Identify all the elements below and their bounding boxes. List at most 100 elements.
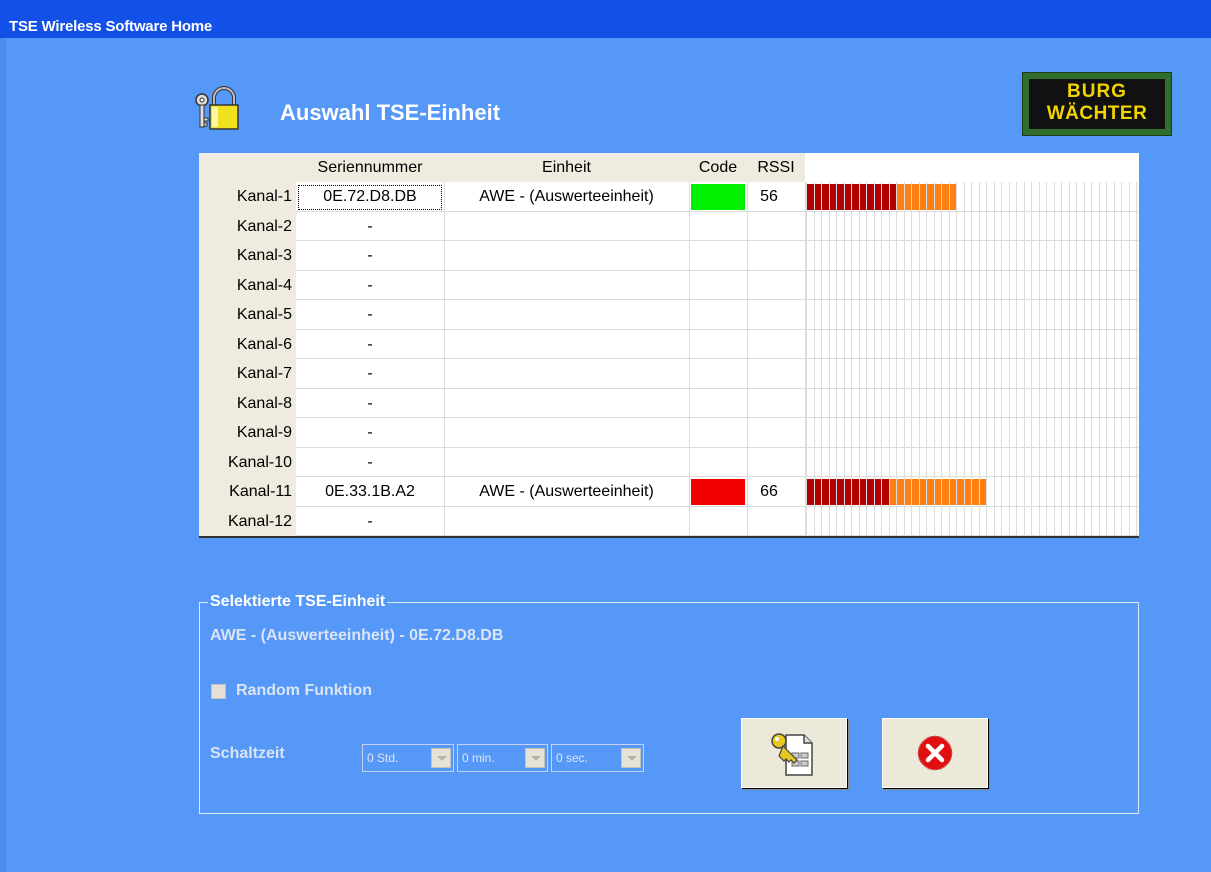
- column-divider: [689, 182, 690, 536]
- rssi-grid-line: [806, 182, 807, 536]
- key-document-icon: [771, 733, 813, 776]
- minutes-dropdown-arrow-icon[interactable]: [525, 748, 545, 768]
- rssi-grid-line: [813, 182, 815, 536]
- column-header-code: Code: [698, 159, 738, 176]
- row-label: Kanal-8: [236, 394, 292, 412]
- rssi-grid-line: [843, 182, 845, 536]
- rssi-grid-line: [1008, 182, 1010, 536]
- focus-rect: [298, 185, 442, 210]
- burg-waechter-logo: BURG WÄCHTER: [1022, 72, 1172, 136]
- column-header-serial: Seriennummer: [317, 159, 423, 176]
- page-title: Auswahl TSE-Einheit: [280, 100, 501, 125]
- logo-text-line2: WÄCHTER: [1046, 103, 1148, 124]
- cancel-button[interactable]: [882, 718, 988, 788]
- rssi-grid-line: [858, 182, 860, 536]
- row-divider: [296, 535, 1139, 536]
- random-function-label: Random Funktion: [236, 682, 372, 699]
- row-label: Kanal-6: [236, 335, 292, 353]
- rssi-grid-line: [956, 182, 957, 536]
- rssi-grid-line: [821, 182, 822, 536]
- window-left-edge: [0, 38, 6, 872]
- row-label: Kanal-2: [236, 217, 292, 235]
- seconds-select[interactable]: 0 sec.: [551, 744, 644, 772]
- rssi-grid-line: [1083, 182, 1085, 536]
- serial-cell: -: [367, 247, 373, 264]
- minutes-select[interactable]: 0 min.: [457, 744, 548, 772]
- rssi-grid-line: [963, 182, 965, 536]
- rssi-grid-line: [1091, 182, 1092, 536]
- row-label: Kanal-1: [236, 188, 292, 205]
- rssi-grid-line: [888, 182, 890, 536]
- serial-cell: -: [367, 512, 373, 530]
- column-header-rssi: RSSI: [757, 159, 795, 176]
- serial-cell: -: [367, 453, 373, 471]
- rssi-grid-line: [1068, 182, 1070, 536]
- rssi-grid-line: [1038, 182, 1040, 536]
- unit-cell: AWE - (Auswerteeinheit): [479, 188, 654, 205]
- column-header-unit: Einheit: [542, 159, 591, 176]
- rssi-grid-line: [836, 182, 837, 536]
- serial-cell: 0E.33.1B.A2: [325, 483, 415, 500]
- random-function-checkbox[interactable]: [211, 684, 226, 699]
- unit-cell: AWE - (Auswerteeinheit): [479, 483, 654, 500]
- title-bar: TSE Wireless Software Home: [0, 0, 1211, 38]
- seconds-dropdown-arrow-icon[interactable]: [621, 748, 641, 768]
- row-label: Kanal-9: [236, 424, 292, 441]
- column-divider: [444, 182, 445, 536]
- rssi-value-cell: 66: [760, 483, 778, 500]
- schaltzeit-label: Schaltzeit: [210, 745, 285, 762]
- rssi-grid-line: [903, 182, 905, 536]
- row-label: Kanal-12: [227, 512, 292, 530]
- serial-cell: -: [367, 217, 373, 235]
- hours-dropdown-arrow-icon[interactable]: [431, 748, 451, 768]
- rssi-grid-line: [1053, 182, 1055, 536]
- rssi-grid-line: [1128, 182, 1130, 536]
- rssi-grid-line: [971, 182, 972, 536]
- serial-cell: -: [367, 276, 373, 294]
- rssi-grid-line: [1098, 182, 1100, 536]
- rssi-grid-line: [941, 182, 942, 536]
- rssi-grid-line: [1121, 182, 1122, 536]
- row-label: Kanal-5: [236, 306, 292, 323]
- row-label: Kanal-4: [236, 276, 292, 294]
- column-divider: [747, 182, 748, 536]
- serial-cell: -: [367, 365, 373, 382]
- rssi-grid-line: [896, 182, 897, 536]
- hours-value: 0 Std.: [367, 751, 399, 765]
- rssi-grid-line: [1046, 182, 1047, 536]
- row-label: Kanal-10: [227, 453, 292, 471]
- hours-select[interactable]: 0 Std.: [362, 744, 454, 772]
- key-document-button[interactable]: [741, 718, 847, 788]
- serial-cell: -: [367, 424, 373, 441]
- window-title: TSE Wireless Software Home: [9, 18, 213, 35]
- seconds-value: 0 sec.: [556, 751, 589, 765]
- rssi-grid-line: [1106, 182, 1107, 536]
- row-label: Kanal-11: [229, 483, 292, 500]
- row-label: Kanal-3: [236, 247, 292, 264]
- rssi-grid-line: [948, 182, 950, 536]
- selected-unit-text: AWE - (Auswerteeinheit) - 0E.72.D8.DB: [210, 627, 504, 644]
- padlock-keys-icon: [195, 86, 239, 130]
- rssi-grid-line: [1076, 182, 1077, 536]
- rssi-grid-line: [986, 182, 987, 536]
- row-label: Kanal-7: [236, 365, 292, 382]
- rssi-grid-line: [873, 182, 875, 536]
- serial-cell: -: [367, 306, 373, 323]
- serial-cell: -: [367, 394, 373, 412]
- serial-cell: -: [367, 335, 373, 353]
- channel-grid[interactable]: Seriennummer Einheit Code RSSI Kanal-1 0E…: [199, 153, 1139, 538]
- rssi-grid-line: [1023, 182, 1025, 536]
- rssi-grid-line: [1136, 182, 1137, 536]
- code-status-cell: [691, 184, 745, 210]
- rssi-value-cell: 56: [760, 188, 778, 205]
- rssi-grid-line: [1113, 182, 1115, 536]
- rssi-grid-line: [918, 182, 920, 536]
- rssi-grid-line: [911, 182, 912, 536]
- rssi-grid-line: [926, 182, 927, 536]
- rssi-grid-line: [1016, 182, 1017, 536]
- rssi-grid-line: [993, 182, 995, 536]
- rssi-grid-line: [851, 182, 852, 536]
- rssi-grid-line: [1061, 182, 1062, 536]
- selected-unit-group-title: Selektierte TSE-Einheit: [208, 593, 388, 611]
- rssi-grid-line: [828, 182, 830, 536]
